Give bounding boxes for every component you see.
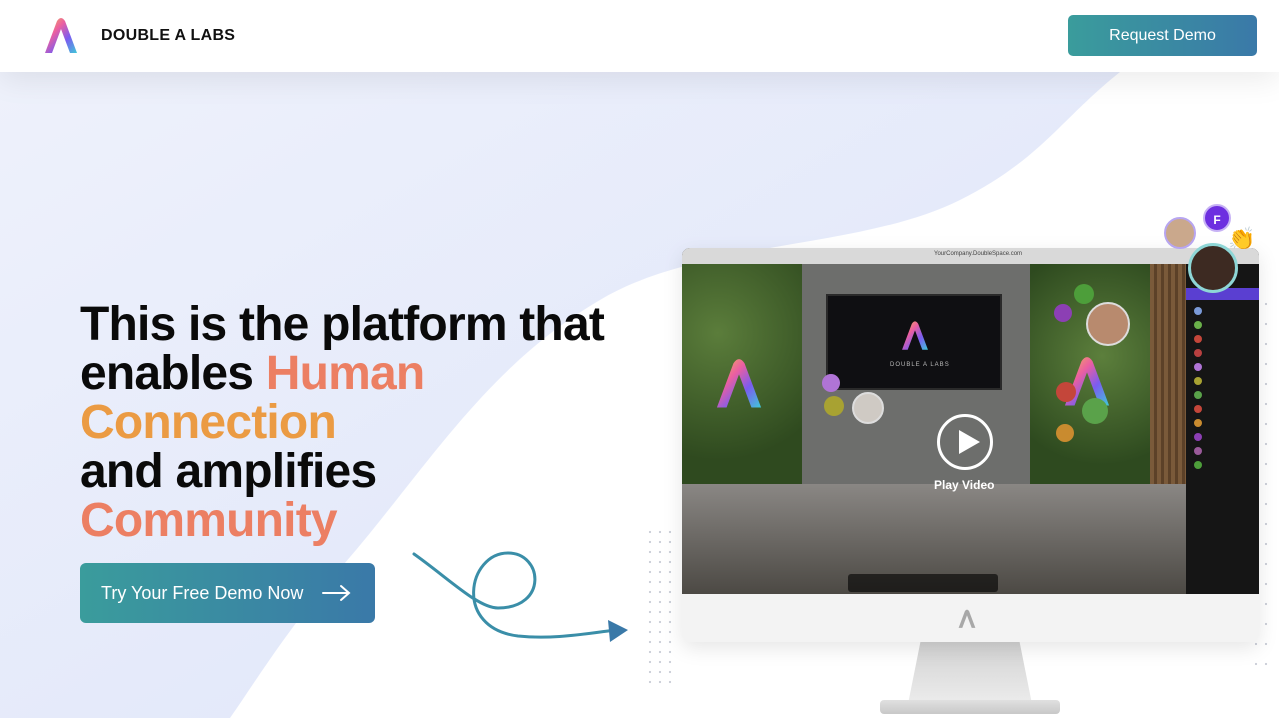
- heading-line-2-prefix: enables: [80, 347, 266, 400]
- monitor-mockup: YourCompany.DoubleSpace.com DOUBLE A LAB…: [682, 248, 1259, 642]
- participant-bubble[interactable]: [822, 374, 840, 392]
- participant-video-bubble[interactable]: [852, 392, 884, 424]
- monitor-chin-logo-icon: [958, 609, 976, 628]
- highlight-human: Human: [265, 347, 425, 400]
- participant-row[interactable]: [1194, 304, 1207, 318]
- participant-row[interactable]: [1194, 360, 1207, 374]
- double-a-logo[interactable]: [40, 15, 82, 57]
- virtual-lounge-scene[interactable]: DOUBLE A LABS ​ ​ Play Video: [682, 264, 1186, 594]
- participant-row[interactable]: [1194, 318, 1207, 332]
- monitor-screen: YourCompany.DoubleSpace.com DOUBLE A LAB…: [682, 248, 1259, 594]
- meeting-toolbar[interactable]: [848, 574, 998, 592]
- participant-row[interactable]: [1194, 346, 1207, 360]
- play-icon: [959, 430, 980, 454]
- participant-bubble[interactable]: ​: [1074, 284, 1094, 304]
- monitor-stand-base: [880, 700, 1060, 714]
- participant-bubble[interactable]: [1056, 382, 1076, 402]
- heading-line-4: and amplifies: [80, 445, 377, 498]
- highlight-connection: Connection: [80, 396, 337, 449]
- participant-row[interactable]: [1194, 402, 1207, 416]
- request-demo-button[interactable]: Request Demo: [1068, 15, 1257, 56]
- heading-line-1: This is the platform that: [80, 298, 605, 351]
- try-free-demo-label: Try Your Free Demo Now: [101, 582, 304, 603]
- avatar-initial: F: [1203, 204, 1231, 232]
- participant-video-bubble[interactable]: [1086, 302, 1130, 346]
- wall-tv: DOUBLE A LABS: [826, 294, 1002, 390]
- try-free-demo-button[interactable]: Try Your Free Demo Now: [80, 563, 375, 623]
- wood-slats: [1150, 264, 1186, 494]
- heading-line-2: enables Human: [80, 349, 640, 398]
- tv-brand-text: DOUBLE A LABS: [890, 362, 950, 368]
- wall-logo-left-icon: [716, 359, 762, 408]
- participant-row[interactable]: [1194, 416, 1207, 430]
- participant-bubble[interactable]: [824, 396, 844, 416]
- clap-emoji-icon: 👏: [1228, 226, 1256, 251]
- participant-row[interactable]: [1194, 458, 1207, 472]
- participant-row[interactable]: [1194, 374, 1207, 388]
- participant-row[interactable]: [1194, 388, 1207, 402]
- brand-name[interactable]: DOUBLE A LABS: [101, 27, 235, 45]
- tv-logo-icon: [902, 321, 928, 350]
- site-header: DOUBLE A LABS Request Demo: [0, 0, 1279, 72]
- hero-heading: This is the platform that enables Human …: [80, 300, 640, 545]
- monitor-stand: [908, 642, 1032, 704]
- curly-arrow-decoration: [412, 551, 628, 642]
- browser-url: YourCompany.DoubleSpace.com: [934, 251, 1023, 257]
- hero-heading-block: This is the platform that enables Human …: [80, 300, 640, 545]
- participant-row[interactable]: [1194, 430, 1207, 444]
- browser-address-bar: YourCompany.DoubleSpace.com: [682, 248, 1259, 264]
- participants-sidebar: [1186, 264, 1259, 594]
- play-video-label: Play Video: [934, 478, 995, 492]
- play-video-button[interactable]: [937, 414, 993, 470]
- highlight-community: Community: [80, 494, 338, 547]
- participant-bubble[interactable]: ​: [1054, 304, 1072, 322]
- participant-row[interactable]: [1194, 444, 1207, 458]
- participant-bubble[interactable]: [1082, 398, 1108, 424]
- avatar-user: [1164, 217, 1196, 249]
- arrow-right-icon: [322, 585, 351, 601]
- participant-row[interactable]: [1194, 332, 1207, 346]
- participant-bubble[interactable]: [1056, 424, 1074, 442]
